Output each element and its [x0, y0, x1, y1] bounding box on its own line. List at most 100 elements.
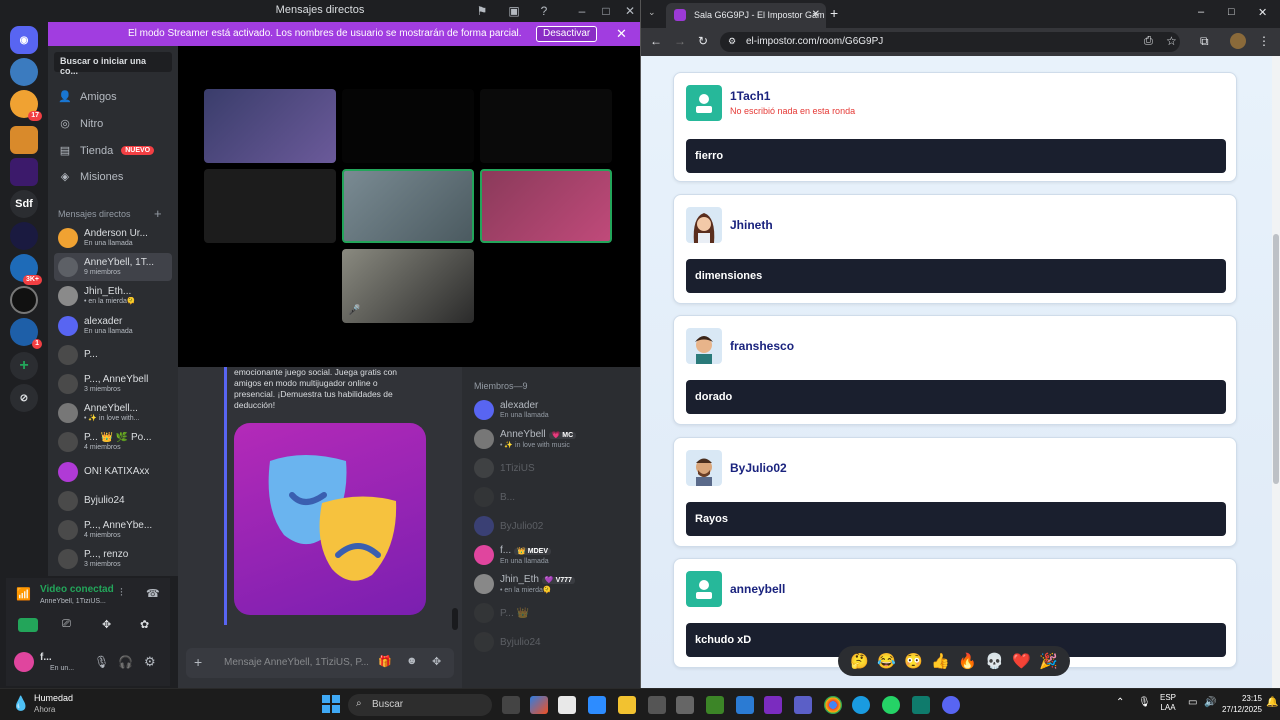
reaction-emoji[interactable]: 🤔 — [850, 652, 869, 670]
chevron-up-icon[interactable]: ⌃ — [1116, 697, 1124, 708]
network-icon[interactable]: ▭ — [1188, 697, 1197, 708]
add-server-icon[interactable]: + — [10, 352, 38, 380]
server-icon[interactable] — [10, 286, 38, 314]
discover-icon[interactable]: ⊘ — [10, 384, 38, 412]
weather-icon[interactable]: 💧 — [12, 695, 29, 712]
app-icon[interactable] — [764, 696, 782, 714]
scroll-thumb[interactable] — [1273, 234, 1279, 484]
clock[interactable]: 23:15 27/12/2025 — [1218, 693, 1262, 715]
apps-icon[interactable]: ✥ — [432, 655, 441, 668]
nav-nitro[interactable]: ◎ Nitro — [58, 117, 103, 131]
video-tile-speaking[interactable] — [480, 169, 612, 243]
server-icon[interactable]: 17 — [10, 90, 42, 121]
nav-shop[interactable]: ▤ Tienda NUEVO — [58, 144, 155, 157]
server-icon[interactable] — [10, 158, 38, 186]
dm-item[interactable]: AnneYbell, 1T... 9 miembros — [54, 253, 172, 282]
server-icon[interactable] — [10, 222, 38, 250]
close-banner-icon[interactable]: ✕ — [616, 26, 627, 42]
inbox-icon[interactable]: ⚑ — [474, 3, 490, 19]
close-tab-icon[interactable]: ✕ — [812, 9, 820, 20]
notifications-icon[interactable]: 🔔 — [1266, 697, 1278, 708]
member-item[interactable]: Jhin_Eth 💜 V777 • en la mierda🫠 — [474, 571, 575, 597]
server-icon[interactable]: Sdf — [10, 190, 38, 218]
volume-icon[interactable]: 🔊 — [1204, 697, 1216, 708]
gift-icon[interactable]: 🎁 — [378, 655, 392, 668]
store-icon[interactable] — [558, 696, 576, 714]
menu-icon[interactable]: ⋮ — [1258, 34, 1270, 48]
edge-icon[interactable] — [852, 696, 870, 714]
video-tile[interactable] — [204, 169, 336, 243]
discord-taskbar-icon[interactable] — [942, 696, 960, 714]
install-icon[interactable]: ⎙ — [1144, 35, 1153, 48]
nav-friends[interactable]: 👤 Amigos — [58, 90, 117, 104]
activities-icon[interactable]: ✥ — [102, 618, 111, 631]
attach-icon[interactable]: + — [194, 654, 202, 670]
file-explorer-icon[interactable] — [618, 696, 636, 714]
taskbar-search[interactable]: ⌕ Buscar — [348, 694, 492, 716]
member-item[interactable]: Byjulio24 — [474, 629, 541, 655]
dm-item[interactable]: P... 👑 🌿 Po... 4 miembros — [54, 428, 172, 456]
maximize-icon[interactable]: □ — [598, 3, 614, 19]
whatsapp-icon[interactable] — [882, 696, 900, 714]
minimize-icon[interactable]: – — [1198, 6, 1204, 18]
server-icon[interactable]: 3K+ — [10, 254, 42, 285]
server-icon[interactable] — [10, 58, 38, 86]
close-icon[interactable]: ✕ — [1258, 6, 1267, 19]
start-button[interactable] — [322, 695, 340, 713]
page-scrollbar[interactable] — [1272, 56, 1280, 688]
address-bar[interactable]: ⚙ el-impostor.com/room/G6G9PJ ⎙ ☆ — [720, 32, 1180, 52]
video-tile[interactable] — [204, 89, 336, 163]
app-icon[interactable] — [676, 696, 694, 714]
copilot-icon[interactable] — [530, 696, 548, 714]
message-input[interactable]: Mensaje AnneYbell, 1TiziUS, P... — [224, 657, 368, 668]
app-icon[interactable] — [648, 696, 666, 714]
reaction-emoji[interactable]: 💀 — [985, 652, 1004, 670]
browser-tab[interactable]: Sala G6G9PJ - El Impostor Gam ✕ — [666, 3, 826, 28]
reaction-emoji[interactable]: 🔥 — [958, 652, 977, 670]
chrome-icon[interactable] — [824, 696, 842, 714]
tab-search-icon[interactable]: ⌄ — [648, 7, 656, 18]
minecraft-icon[interactable] — [706, 696, 724, 714]
discord-home-icon[interactable]: ◉ — [10, 26, 38, 54]
microphone-icon[interactable]: 🎙 — [1138, 697, 1151, 708]
headphones-icon[interactable]: 🎧 — [118, 655, 133, 669]
dm-item[interactable]: Anderson Ur... En una llamada — [54, 224, 172, 252]
zoom-icon[interactable] — [588, 696, 606, 714]
reaction-emoji[interactable]: 🎉 — [1039, 652, 1058, 670]
search-input[interactable]: Buscar o iniciar una co... — [54, 52, 172, 76]
dm-item[interactable]: Byjulio24 — [54, 487, 172, 515]
noise-suppression-icon[interactable]: ⫶ — [120, 587, 123, 600]
dm-item[interactable]: P..., AnneYbell 3 miembros — [54, 370, 172, 398]
help-icon[interactable]: ? — [536, 3, 552, 19]
screen-share-icon[interactable]: ⎚ — [62, 618, 71, 631]
extensions-icon[interactable]: ⧉ — [1200, 34, 1209, 49]
dm-item[interactable]: Jhin_Eth... • en la mierda🫠 — [54, 282, 172, 310]
dm-item[interactable]: AnneYbell... • ✨ in love with... — [54, 399, 172, 427]
dm-item[interactable]: P..., renzo 3 miembros — [54, 545, 172, 573]
new-tab-icon[interactable]: + — [830, 5, 838, 21]
back-icon[interactable]: ← — [650, 34, 662, 48]
member-item[interactable]: alexader En una llamada — [474, 397, 549, 423]
profile-avatar[interactable] — [1230, 33, 1246, 49]
reload-icon[interactable]: ↻ — [698, 34, 708, 48]
reaction-emoji[interactable]: ❤️ — [1012, 652, 1031, 670]
vscode-icon[interactable] — [736, 696, 754, 714]
video-tile[interactable]: 🎤 — [342, 249, 474, 323]
camera-button[interactable] — [18, 618, 38, 632]
task-view-icon[interactable] — [502, 696, 520, 714]
new-dm-icon[interactable]: + — [154, 206, 162, 221]
member-item[interactable]: P... 👑 — [474, 600, 529, 626]
video-tile[interactable] — [342, 89, 474, 163]
app-icon[interactable] — [912, 696, 930, 714]
dm-item[interactable]: P... — [54, 341, 172, 369]
member-item[interactable]: 1TiziUS — [474, 455, 535, 481]
dm-item[interactable]: ON! KATIXAxx — [54, 458, 172, 486]
server-icon[interactable] — [10, 126, 38, 154]
video-tile[interactable] — [480, 89, 612, 163]
emoji-icon[interactable]: ☻ — [406, 655, 418, 667]
voice-channel[interactable]: AnneYbell, 1TiziUS... — [40, 598, 114, 605]
microphone-icon[interactable]: 🎙 — [94, 655, 109, 669]
settings-icon[interactable]: ⚙ — [144, 654, 156, 670]
member-item[interactable]: AnneYbell 💗 MC • ✨ in love with music — [474, 426, 577, 452]
avatar[interactable] — [14, 652, 34, 672]
